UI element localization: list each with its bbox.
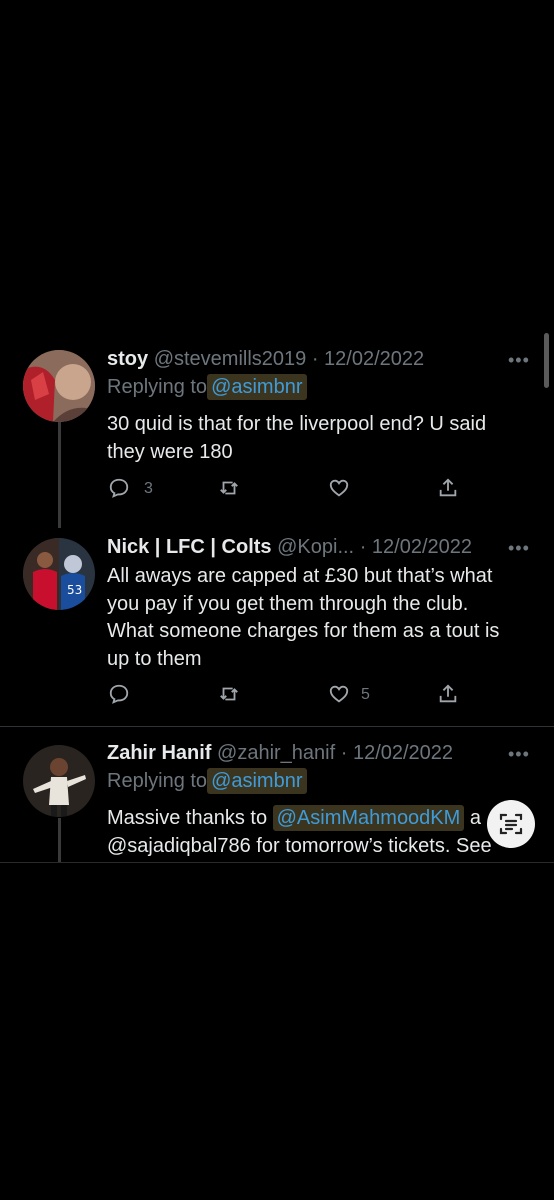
share-icon[interactable] bbox=[437, 683, 459, 705]
avatar[interactable] bbox=[23, 350, 95, 422]
text-segment: Massive thanks to bbox=[107, 807, 273, 829]
mention-link[interactable]: @AsimMahmoodKM bbox=[272, 805, 465, 831]
display-name[interactable]: stoy bbox=[107, 348, 148, 370]
replying-to: Replying to @asimbnr bbox=[107, 374, 307, 400]
text-line: All aways are capped at £30 but that’s w… bbox=[107, 565, 493, 587]
text-line: you pay if you get them through the club… bbox=[107, 592, 469, 615]
text-line: up to them bbox=[107, 647, 202, 670]
handle[interactable]: @zahir_hanif bbox=[217, 742, 335, 764]
tweet-text: 30 quid is that for the liverpool end? U… bbox=[107, 411, 537, 466]
tweet-text: Massive thanks to @AsimMahmoodKM a @saja… bbox=[107, 805, 537, 861]
retweet-icon[interactable] bbox=[218, 477, 240, 499]
share-icon[interactable] bbox=[437, 477, 459, 499]
avatar[interactable] bbox=[23, 745, 95, 817]
text-line: What someone charges for them as a tout … bbox=[107, 620, 500, 642]
thread-line bbox=[58, 818, 61, 862]
tweet-text: All aways are capped at £30 but that’s w… bbox=[107, 563, 537, 673]
content-edge bbox=[0, 862, 554, 863]
like-count: 5 bbox=[361, 686, 370, 703]
replying-to-label: Replying to bbox=[107, 770, 208, 792]
reply-icon[interactable] bbox=[108, 683, 130, 705]
display-name[interactable]: Nick | LFC | Colts bbox=[107, 536, 272, 558]
more-options-icon[interactable]: ••• bbox=[508, 744, 530, 765]
replying-to: Replying to @asimbnr bbox=[107, 768, 307, 794]
more-options-icon[interactable]: ••• bbox=[508, 350, 530, 371]
retweet-icon[interactable] bbox=[218, 683, 240, 705]
mention-link[interactable]: @asimbnr bbox=[207, 374, 307, 400]
reply-icon[interactable] bbox=[108, 477, 130, 499]
text-scan-button[interactable] bbox=[487, 800, 535, 848]
more-options-icon[interactable]: ••• bbox=[508, 538, 530, 559]
scrollbar[interactable] bbox=[544, 333, 549, 388]
timestamp[interactable]: · 12/02/2022 bbox=[360, 536, 472, 558]
timestamp[interactable]: · 12/02/2022 bbox=[341, 742, 453, 764]
tweet-divider bbox=[0, 726, 554, 727]
text-line: they were 180 bbox=[107, 440, 233, 463]
display-name[interactable]: Zahir Hanif bbox=[107, 742, 211, 764]
tweet-header: Zahir Hanif @zahir_hanif · 12/02/2022 bbox=[107, 742, 453, 765]
text-line: @sajadiqbal786 for tomorrow’s tickets. S… bbox=[107, 834, 492, 857]
text-line: 30 quid is that for the liverpool end? U… bbox=[107, 413, 487, 435]
avatar[interactable]: 53 bbox=[23, 538, 95, 610]
handle[interactable]: @stevemills2019 bbox=[154, 348, 307, 370]
handle[interactable]: @Kopi... bbox=[277, 536, 354, 558]
text-scan-icon bbox=[499, 813, 523, 835]
svg-text:53: 53 bbox=[67, 583, 82, 597]
replying-to-label: Replying to bbox=[107, 376, 208, 398]
like-icon[interactable] bbox=[328, 683, 350, 705]
text-segment: a bbox=[464, 807, 481, 829]
like-icon[interactable] bbox=[328, 477, 350, 499]
text-line: Massive thanks to @AsimMahmoodKM a bbox=[107, 805, 537, 833]
timestamp[interactable]: · 12/02/2022 bbox=[312, 348, 424, 370]
tweet-header: stoy @stevemills2019 · 12/02/2022 bbox=[107, 348, 424, 371]
mention-link[interactable]: @asimbnr bbox=[207, 768, 307, 794]
reply-count: 3 bbox=[144, 480, 153, 497]
tweet-header: Nick | LFC | Colts @Kopi... · 12/02/2022 bbox=[107, 536, 472, 559]
